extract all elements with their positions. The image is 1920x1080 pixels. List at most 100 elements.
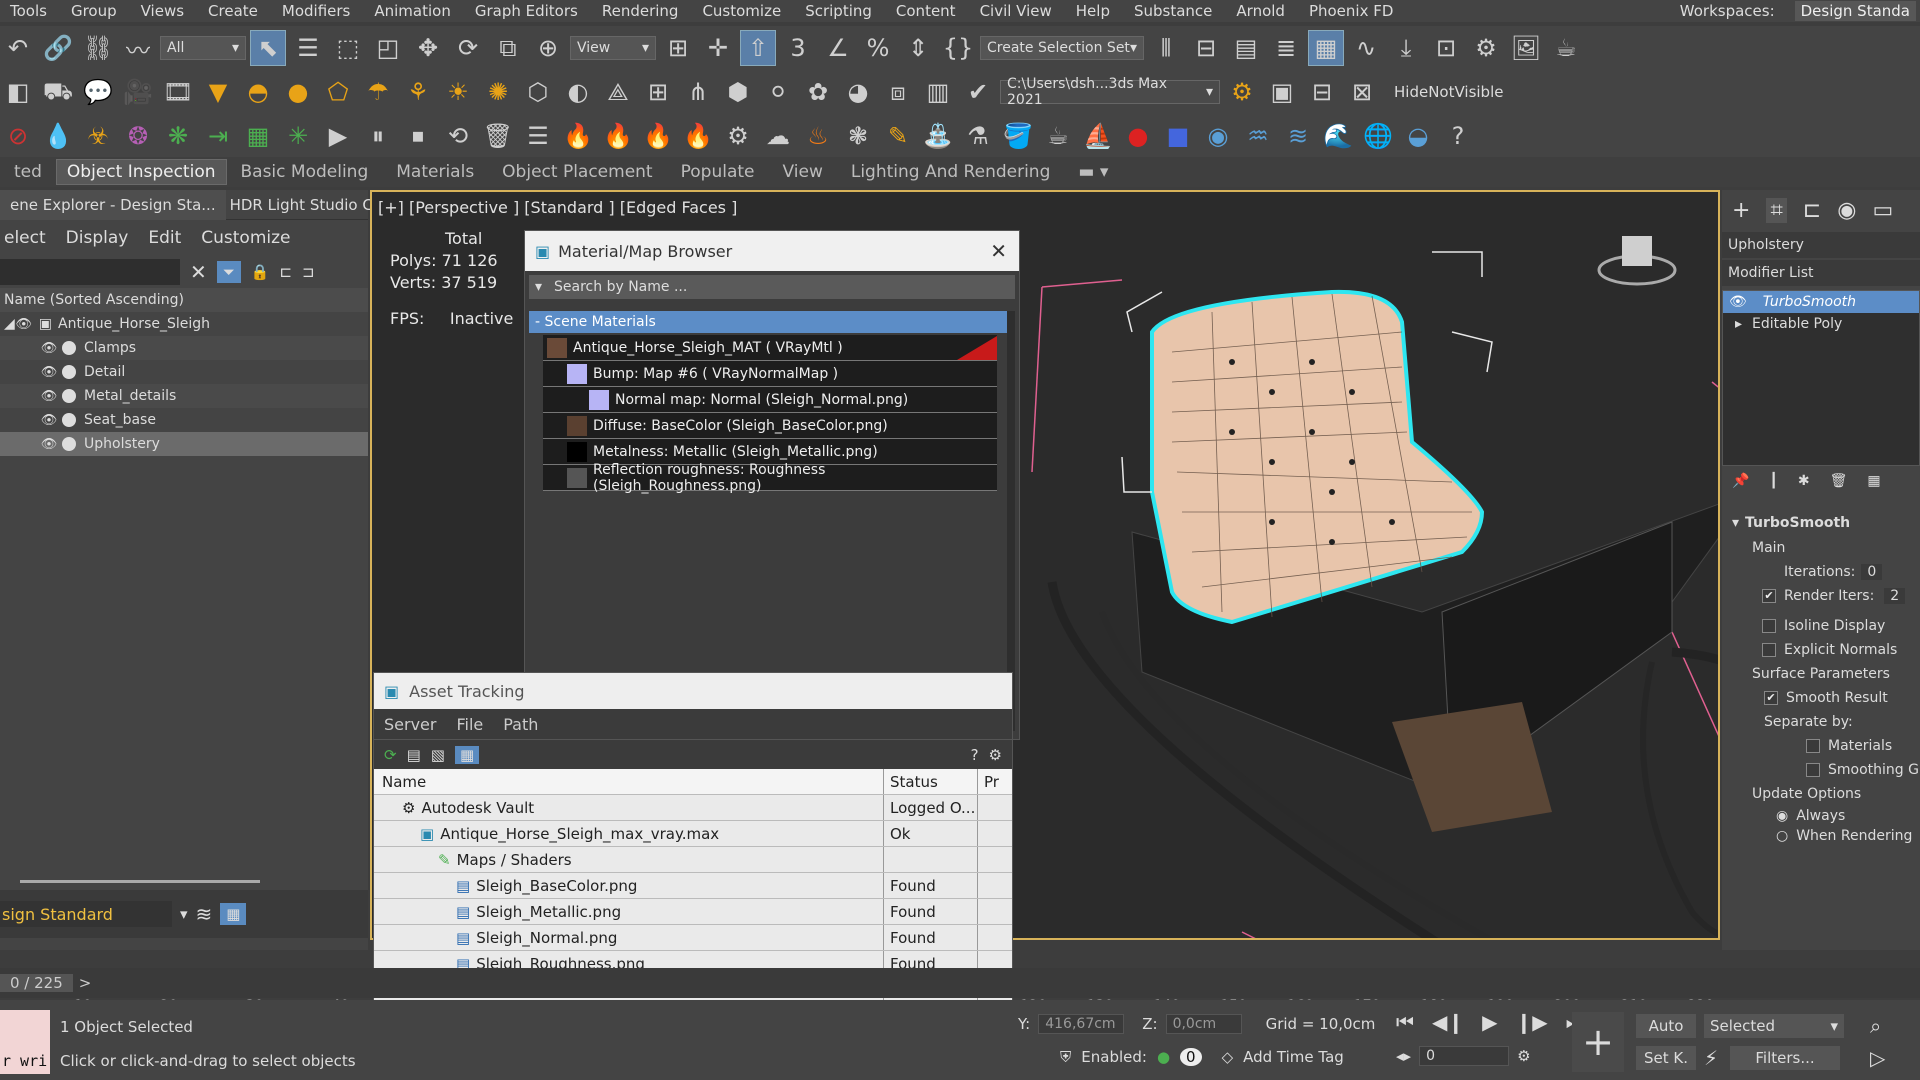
globe-icon[interactable]: 🌐 bbox=[1360, 118, 1396, 154]
window-crossing-icon[interactable]: ◰ bbox=[370, 30, 406, 66]
bottle-icon[interactable]: ⚗ bbox=[960, 118, 996, 154]
fire3-icon[interactable]: 🔥 bbox=[640, 118, 676, 154]
angle-snap-icon[interactable]: ∠ bbox=[820, 30, 856, 66]
menu-help[interactable]: Help bbox=[1066, 2, 1124, 20]
ambient-light-icon[interactable]: ⚘ bbox=[400, 74, 436, 110]
render-iters-spinner[interactable]: 2 bbox=[1884, 588, 1906, 604]
ies-light-icon[interactable]: ☂ bbox=[360, 74, 396, 110]
menu-phoenix-fd[interactable]: Phoenix FD bbox=[1299, 2, 1407, 20]
layout-icon[interactable]: ▣ bbox=[1264, 74, 1300, 110]
menu-server[interactable]: Server bbox=[374, 715, 446, 734]
layer-dropdown[interactable]: sign Standard bbox=[0, 901, 172, 927]
scale-icon[interactable]: ⧉ bbox=[490, 30, 526, 66]
mesh-light-icon[interactable]: ⬠ bbox=[320, 74, 356, 110]
table-row[interactable]: ▤ Sleigh_Metallic.png Found bbox=[374, 899, 1012, 925]
menu-select[interactable]: elect bbox=[0, 228, 62, 248]
unlink-icon[interactable]: ⛓ bbox=[80, 30, 116, 66]
mmb-scrollbar[interactable] bbox=[1007, 311, 1015, 731]
auto-key-button[interactable]: Auto bbox=[1636, 1014, 1696, 1038]
menu-create[interactable]: Create bbox=[198, 2, 272, 20]
prev-frame-icon[interactable]: ◀❙ bbox=[1432, 1010, 1464, 1034]
material-row[interactable]: Antique_Horse_Sleigh_MAT ( VRayMtl ) bbox=[543, 335, 997, 361]
decal-icon[interactable]: ⬢ bbox=[720, 74, 756, 110]
shield-icon[interactable]: ⛨ bbox=[1060, 1048, 1071, 1066]
lights-lister-icon[interactable]: ⧈ bbox=[880, 74, 916, 110]
foam-icon[interactable]: ♒ bbox=[1240, 118, 1276, 154]
layers-stack-icon[interactable]: ≋ bbox=[196, 902, 213, 926]
trash-icon[interactable]: 🗑 bbox=[480, 118, 516, 154]
play-icon[interactable]: ▶ bbox=[320, 118, 356, 154]
timeline[interactable]: 0 / 225 > 10203040 120130140150160170180… bbox=[0, 968, 1920, 1014]
viewport-label[interactable]: [+] [Perspective ] [Standard ] [Edged Fa… bbox=[378, 198, 737, 217]
next-frame-icon[interactable]: > bbox=[79, 974, 92, 992]
fire4-icon[interactable]: 🔥 bbox=[680, 118, 716, 154]
tree-root[interactable]: ◢ 👁 ▣ Antique_Horse_Sleigh bbox=[0, 312, 368, 336]
teapot-icon[interactable]: ⛟ bbox=[40, 74, 76, 110]
stack-icon[interactable]: ⊠ bbox=[1344, 74, 1380, 110]
render-production-icon[interactable]: ☕ bbox=[1548, 30, 1584, 66]
motion-tab-icon[interactable]: ◉ bbox=[1837, 198, 1856, 223]
refresh-icon[interactable]: ⟳ bbox=[384, 746, 397, 764]
spinner-snap-icon[interactable]: ⇕ bbox=[900, 30, 936, 66]
help-icon[interactable]: ? bbox=[971, 746, 979, 764]
current-frame-field[interactable]: 0 bbox=[1419, 1046, 1510, 1066]
mmb-search-input[interactable]: ▾ Search by Name ... bbox=[529, 275, 1015, 299]
menu-edit[interactable]: Edit bbox=[144, 228, 197, 248]
menu-animation[interactable]: Animation bbox=[364, 2, 464, 20]
time-config-icon[interactable]: ⚙ bbox=[1517, 1047, 1530, 1065]
rendered-frame-icon[interactable]: 🖼 bbox=[1508, 30, 1544, 66]
key-filter-icon[interactable]: ⚡ bbox=[1704, 1046, 1718, 1070]
stop-icon[interactable]: ⏹ bbox=[400, 118, 436, 154]
menu-rendering[interactable]: Rendering bbox=[592, 2, 693, 20]
settings-icon[interactable]: ⚙ bbox=[989, 746, 1002, 764]
table-view-icon[interactable]: ▦ bbox=[454, 745, 480, 764]
maxscript-listener[interactable]: r wri bbox=[0, 1010, 50, 1074]
stack-item-editable-poly[interactable]: ▸ Editable Poly bbox=[1723, 313, 1919, 335]
menu-scripting[interactable]: Scripting bbox=[795, 2, 886, 20]
material-ball-icon[interactable]: ⚪ bbox=[760, 74, 796, 110]
set-key-button[interactable]: Set K. bbox=[1636, 1046, 1696, 1070]
proxy-icon[interactable]: ⬡ bbox=[520, 74, 556, 110]
filters-button[interactable]: Filters... bbox=[1730, 1046, 1840, 1070]
tree-item-upholstery[interactable]: 👁 Upholstery bbox=[0, 432, 368, 456]
ribbon-tab-basic-modeling[interactable]: Basic Modeling bbox=[227, 162, 383, 182]
close-icon[interactable]: ✕ bbox=[990, 239, 1007, 263]
cloud-icon[interactable]: ☁ bbox=[760, 118, 796, 154]
link-icon[interactable]: 🔗 bbox=[40, 30, 76, 66]
column-proxy[interactable]: Pr bbox=[978, 773, 1012, 791]
align-icon[interactable]: ⊟ bbox=[1188, 30, 1224, 66]
render-setup-icon[interactable]: ⚙ bbox=[1468, 30, 1504, 66]
hierarchy-tab-icon[interactable]: ⊏ bbox=[1803, 198, 1821, 223]
rotate-icon[interactable]: ⟳ bbox=[450, 30, 486, 66]
play-animation-icon[interactable]: ▶ bbox=[1482, 1010, 1497, 1034]
show-end-result-icon[interactable]: ┃ bbox=[1769, 473, 1777, 489]
fire2-icon[interactable]: 🔥 bbox=[600, 118, 636, 154]
table-row[interactable]: ⚙ Autodesk Vault Logged O... bbox=[374, 795, 1012, 821]
ribbon-tab-ted[interactable]: ted bbox=[0, 162, 56, 182]
menu-arnold[interactable]: Arnold bbox=[1226, 2, 1299, 20]
materials-checkbox[interactable] bbox=[1806, 739, 1820, 753]
help-icon[interactable]: ? bbox=[1440, 118, 1476, 154]
menu-tools[interactable]: Tools bbox=[0, 2, 61, 20]
menu-modifiers[interactable]: Modifiers bbox=[272, 2, 364, 20]
ribbon-tab-object-placement[interactable]: Object Placement bbox=[488, 162, 666, 182]
menu-content[interactable]: Content bbox=[886, 2, 970, 20]
restart-icon[interactable]: ⟲ bbox=[440, 118, 476, 154]
percent-snap-icon[interactable]: % bbox=[860, 30, 896, 66]
blue-box-icon[interactable]: ■ bbox=[1160, 118, 1196, 154]
ribbon-tab-populate[interactable]: Populate bbox=[667, 162, 769, 182]
curve-editor-icon[interactable]: ∿ bbox=[1348, 30, 1384, 66]
ocean-icon[interactable]: ≋ bbox=[1280, 118, 1316, 154]
key-selection-dropdown[interactable]: Selected ▾ bbox=[1704, 1014, 1844, 1038]
time-tag-icon[interactable]: ◇ bbox=[1222, 1048, 1234, 1066]
ribbon-tab-lighting-rendering[interactable]: Lighting And Rendering bbox=[837, 162, 1065, 182]
layer-manager-icon[interactable]: ▦ bbox=[220, 903, 247, 925]
vray-logo-icon[interactable]: ✔ bbox=[960, 74, 996, 110]
isoline-checkbox[interactable] bbox=[1762, 619, 1776, 633]
lock-icon[interactable]: 🔒 bbox=[251, 263, 270, 281]
mmb-titlebar[interactable]: ▣ Material/Map Browser ✕ bbox=[525, 231, 1019, 271]
rect-selection-icon[interactable]: ⬚ bbox=[330, 30, 366, 66]
clear-filter-icon[interactable]: ✕ bbox=[190, 260, 207, 284]
sphere-light-icon[interactable]: ● bbox=[280, 74, 316, 110]
visibility-eye-icon[interactable]: 👁 bbox=[1729, 294, 1747, 310]
